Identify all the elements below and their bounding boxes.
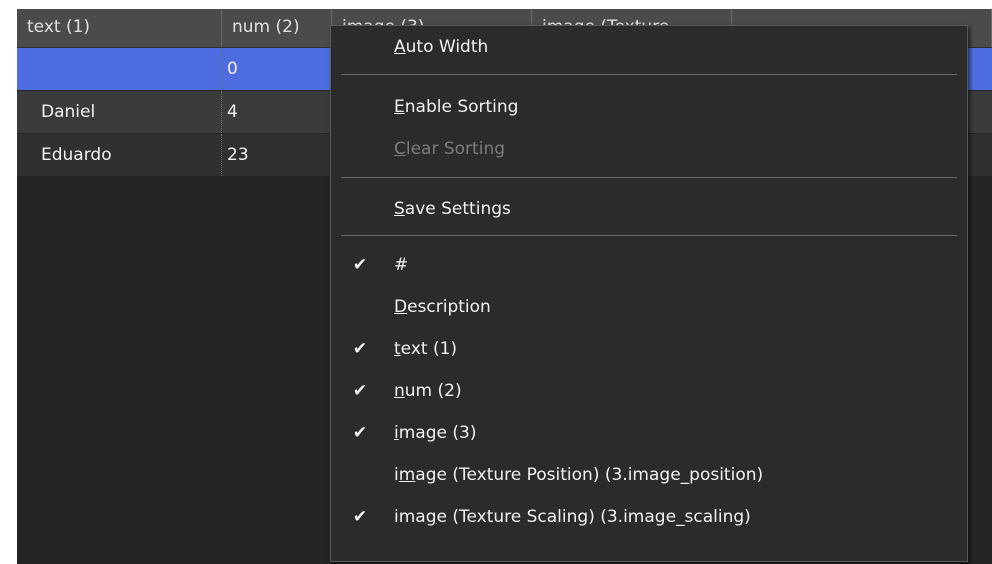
column-header-2[interactable]: num (2) [222, 9, 332, 47]
menu-item-mnemonic: A [394, 37, 406, 57]
cell-num[interactable]: 4 [222, 91, 332, 133]
menu-item-clear-sorting: Clear Sorting [331, 128, 967, 170]
menu-item-mnemonic: S [394, 199, 405, 219]
menu-item-label: lear Sorting [405, 139, 506, 159]
menu-separator [341, 235, 957, 236]
menu-item-column-hash[interactable]: ✔ # [331, 244, 967, 286]
menu-item-mnemonic: n [394, 381, 405, 401]
checkmark-icon: ✔ [352, 507, 368, 527]
menu-item-column-image[interactable]: ✔ image (3) [331, 412, 967, 454]
menu-item-label: ext (1) [400, 339, 458, 359]
menu-separator [341, 177, 957, 178]
menu-item-label: age (Texture Position) (3.image_position… [415, 465, 764, 485]
checkmark-icon: ✔ [352, 381, 368, 401]
menu-item-mnemonic: t [394, 339, 401, 359]
menu-item-label: e (Texture Scaling) (3.image_scaling) [436, 507, 751, 527]
menu-item-label: escription [407, 297, 491, 317]
menu-item-auto-width[interactable]: Auto Width [331, 26, 967, 68]
cell-num[interactable]: 0 [222, 48, 332, 90]
menu-item-mnemonic: m [398, 465, 416, 485]
cell-text[interactable]: Eduardo [17, 134, 222, 176]
menu-item-column-num[interactable]: ✔ num (2) [331, 370, 967, 412]
checkmark-icon: ✔ [352, 339, 368, 359]
menu-item-label: um (2) [404, 381, 462, 401]
menu-item-label: nable Sorting [404, 97, 519, 117]
menu-item-label: # [394, 255, 409, 275]
menu-item-column-description[interactable]: Description [331, 286, 967, 328]
menu-separator [341, 74, 957, 75]
menu-item-mnemonic: E [394, 97, 405, 117]
menu-item-mnemonic: D [394, 297, 408, 317]
menu-item-label: mage (3) [398, 423, 477, 443]
column-header-1[interactable]: text (1) [17, 9, 222, 47]
menu-item-column-image-position[interactable]: image (Texture Position) (3.image_positi… [331, 454, 967, 496]
menu-item-mnemonic: C [394, 139, 406, 159]
cell-num[interactable]: 23 [222, 134, 332, 176]
menu-item-label: ima [394, 507, 426, 527]
menu-item-column-image-scaling[interactable]: ✔ image (Texture Scaling) (3.image_scalin… [331, 496, 967, 538]
menu-item-label: uto Width [405, 37, 489, 57]
checkmark-icon: ✔ [352, 255, 368, 275]
cell-text[interactable] [17, 48, 222, 90]
cell-text[interactable]: Daniel [17, 91, 222, 133]
checkmark-icon: ✔ [352, 423, 368, 443]
menu-item-save-settings[interactable]: Save Settings [331, 188, 967, 230]
menu-item-enable-sorting[interactable]: Enable Sorting [331, 86, 967, 128]
column-context-menu: Auto Width Enable Sorting Clear Sorting Sav… [330, 25, 968, 562]
menu-item-mnemonic: g [425, 507, 437, 527]
menu-item-column-text[interactable]: ✔ text (1) [331, 328, 967, 370]
menu-item-label: ave Settings [404, 199, 511, 219]
